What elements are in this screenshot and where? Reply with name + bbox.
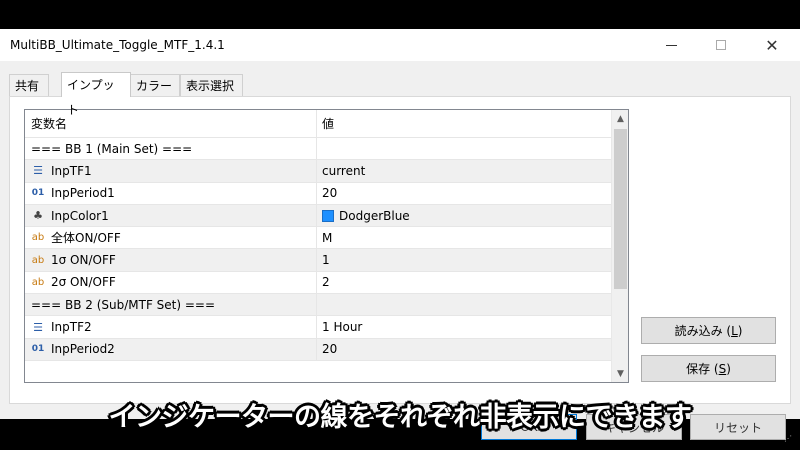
variable-name-cell: === BB 2 (Sub/MTF Set) === <box>25 294 317 316</box>
grid-row[interactable]: ☰ InpTF1 current <box>25 160 611 183</box>
str-type-icon: ab <box>31 276 45 288</box>
variable-name: InpTF2 <box>51 320 92 335</box>
variable-name: 2σ ON/OFF <box>51 275 116 290</box>
variable-value-cell[interactable]: current <box>317 160 611 181</box>
tab-display-select[interactable]: 表示選択 <box>180 74 243 96</box>
maximize-icon <box>716 40 726 50</box>
maximize-button[interactable] <box>698 29 744 61</box>
variable-name-cell: ab 2σ ON/OFF <box>25 271 317 294</box>
variable-name-cell: ☰ InpTF2 <box>25 316 317 338</box>
color-swatch <box>322 209 334 222</box>
variable-name-cell: ab 1σ ON/OFF <box>25 249 317 271</box>
variable-value-cell[interactable]: 20 <box>317 339 611 360</box>
grid-row[interactable]: 01 InpPeriod1 20 <box>25 182 611 205</box>
int-type-icon: 01 <box>31 188 45 199</box>
variable-value: 1 Hour <box>322 320 363 335</box>
variable-name-cell: 01 InpPeriod1 <box>25 182 317 204</box>
grid-row[interactable]: ♣ InpColor1 DodgerBlue <box>25 204 611 228</box>
str-type-icon: ab <box>31 254 45 266</box>
variable-name: InpColor1 <box>51 208 109 223</box>
variable-value-cell[interactable]: M <box>317 227 611 248</box>
color-type-icon: ♣ <box>33 209 43 223</box>
variable-value-cell[interactable]: 1 Hour <box>317 316 611 337</box>
dialog-window: MultiBB_Ultimate_Toggle_MTF_1.4.1 ✕ 共有 イ… <box>0 29 800 443</box>
video-caption: インジケーターの線をそれぞれ非表示にできます <box>108 402 693 433</box>
variable-name: 全体ON/OFF <box>51 231 121 246</box>
grid-header: 変数名 値 <box>25 110 611 138</box>
grid-row[interactable]: 01 InpPeriod2 20 <box>25 338 611 361</box>
variable-value: 2 <box>322 275 330 290</box>
inputs-grid[interactable]: 変数名 値 === BB 1 (Main Set) === ☰ InpTF1 curr… <box>24 109 629 383</box>
grid-row[interactable]: ab 全体ON/OFF M <box>25 227 611 250</box>
grid-vertical-scrollbar[interactable]: ▲ ▼ <box>611 110 628 382</box>
variable-value: 1 <box>322 253 330 268</box>
variable-name-cell: === BB 1 (Main Set) === <box>25 138 317 160</box>
save-button[interactable]: 保存 (S) <box>641 355 776 382</box>
variable-name: 1σ ON/OFF <box>51 253 116 268</box>
variable-name: === BB 2 (Sub/MTF Set) === <box>31 297 216 312</box>
title-bar: MultiBB_Ultimate_Toggle_MTF_1.4.1 ✕ <box>0 29 800 61</box>
grid-row[interactable]: ab 2σ ON/OFF 2 <box>25 271 611 295</box>
grid-row[interactable]: === BB 1 (Main Set) === <box>25 138 611 161</box>
variable-name-cell: 01 InpPeriod2 <box>25 338 317 360</box>
variable-value-cell[interactable] <box>317 138 611 159</box>
variable-value-cell[interactable]: 20 <box>317 183 611 204</box>
variable-name-cell: ♣ InpColor1 <box>25 204 317 227</box>
list-type-icon: ☰ <box>33 320 43 334</box>
inputs-grid-body: 変数名 値 === BB 1 (Main Set) === ☰ InpTF1 curr… <box>25 110 611 361</box>
int-type-icon: 01 <box>31 344 45 355</box>
variable-name: InpTF1 <box>51 163 92 178</box>
close-icon: ✕ <box>765 35 779 55</box>
variable-value-cell[interactable]: 2 <box>317 272 611 293</box>
load-button[interactable]: 読み込み (L) <box>641 317 776 344</box>
tab-common[interactable]: 共有 <box>9 74 49 96</box>
variable-name: InpPeriod1 <box>51 186 115 201</box>
minimize-icon <box>665 44 677 46</box>
minimize-button[interactable] <box>648 29 694 61</box>
column-header-value[interactable]: 値 <box>317 110 611 137</box>
scroll-up-icon[interactable]: ▲ <box>612 110 628 127</box>
variable-name-cell: ab 全体ON/OFF <box>25 227 317 249</box>
variable-name-cell: ☰ InpTF1 <box>25 160 317 182</box>
grid-row[interactable]: === BB 2 (Sub/MTF Set) === <box>25 294 611 317</box>
variable-value: current <box>322 163 366 178</box>
close-button[interactable]: ✕ <box>749 29 795 61</box>
variable-value-cell[interactable]: DodgerBlue <box>317 205 611 226</box>
variable-value: 20 <box>322 186 338 201</box>
str-type-icon: ab <box>31 232 45 244</box>
variable-value: 20 <box>322 342 338 357</box>
grid-row[interactable]: ☰ InpTF2 1 Hour <box>25 316 611 339</box>
variable-name: === BB 1 (Main Set) === <box>31 141 193 156</box>
list-type-icon: ☰ <box>33 164 43 178</box>
resize-grip-icon[interactable]: ⋰ <box>784 434 796 446</box>
grid-row[interactable]: ab 1σ ON/OFF 1 <box>25 249 611 272</box>
variable-value-cell[interactable]: 1 <box>317 249 611 270</box>
window-title: MultiBB_Ultimate_Toggle_MTF_1.4.1 <box>10 38 225 52</box>
variable-value: DodgerBlue <box>339 208 410 223</box>
variable-value-cell[interactable] <box>317 294 611 315</box>
scroll-thumb[interactable] <box>614 129 627 289</box>
tab-colors[interactable]: カラー <box>130 74 180 96</box>
scroll-down-icon[interactable]: ▼ <box>612 365 628 382</box>
variable-name: InpPeriod2 <box>51 342 115 357</box>
variable-value: M <box>322 230 333 245</box>
tab-inputs[interactable]: インプット <box>61 72 131 117</box>
